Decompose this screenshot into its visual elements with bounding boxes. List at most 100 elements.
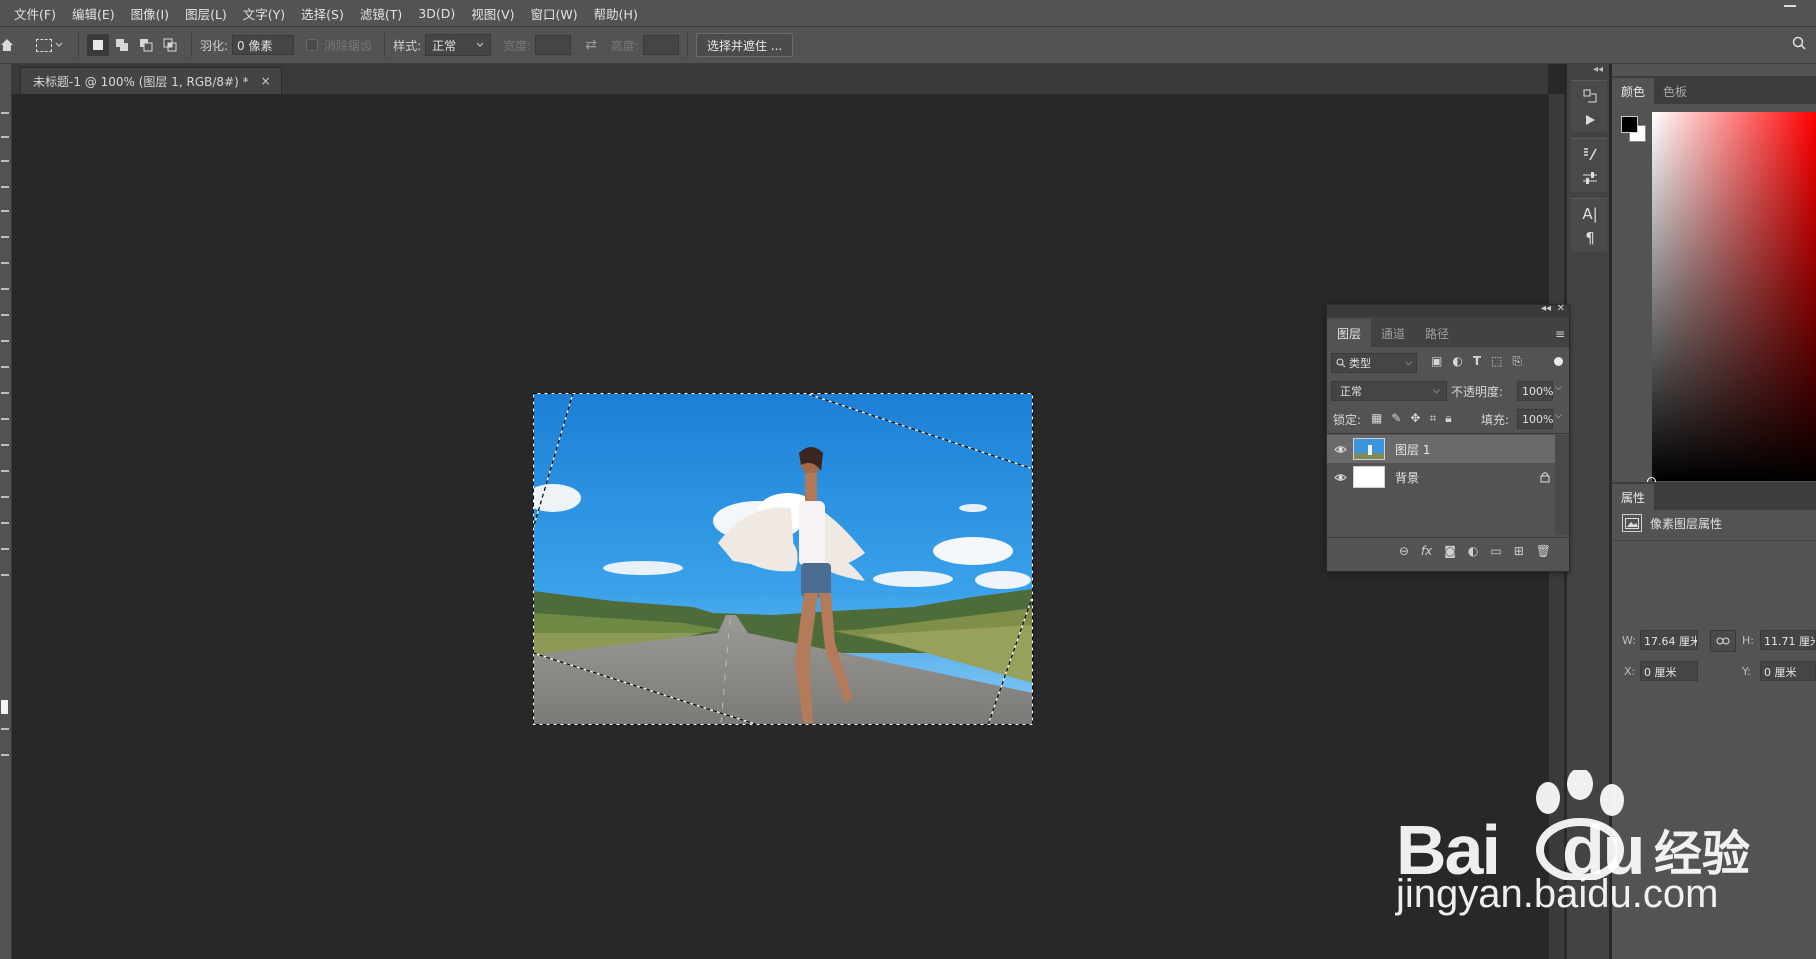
new-layer-icon[interactable]: ⊞ [1514,544,1524,558]
foreground-color-chip[interactable] [1,700,8,714]
width-input[interactable] [535,35,572,55]
menu-select[interactable]: 选择(S) [301,4,344,23]
brush-tool-icon[interactable] [1,262,9,264]
layers-panel-titlebar[interactable]: ◂◂ ✕ [1327,303,1569,317]
new-selection-button[interactable] [87,34,109,56]
shape-tool-icon[interactable] [1,522,9,524]
tab-swatches[interactable]: 色板 [1654,78,1696,104]
foreground-color-swatch[interactable] [1621,116,1638,133]
select-and-mask-button[interactable]: 选择并遮住 ... [695,33,794,57]
document-tab[interactable]: 未标题-1 @ 100% (图层 1, RGB/8#) * × [20,67,282,94]
visibility-eye-icon[interactable] [1327,445,1353,454]
layers-scrollbar[interactable] [1555,435,1569,535]
panel-menu-icon[interactable]: ≡ [1555,327,1565,341]
style-select[interactable]: 正常 [425,34,492,56]
filter-pixel-icon[interactable]: ▣ [1431,354,1442,369]
tab-color[interactable]: 颜色 [1612,78,1655,104]
eraser-tool-icon[interactable] [1,340,9,342]
add-mask-icon[interactable]: ◙ [1444,544,1456,558]
eyedropper-tool-icon[interactable] [1,210,9,212]
menu-3d[interactable]: 3D(D) [418,6,455,21]
menu-filter[interactable]: 滤镜(T) [360,4,402,23]
fill-input[interactable]: 100% [1517,409,1553,429]
chevron-down-icon[interactable]: ⌵ [1555,383,1562,393]
close-tab-icon[interactable]: × [261,74,271,88]
hand-tool-icon[interactable] [1,548,9,550]
delete-layer-trash-icon[interactable]: 🗑︎ [1536,544,1551,558]
menu-edit[interactable]: 编辑(E) [72,4,115,23]
swap-icon[interactable]: ⇄ [585,37,597,53]
lock-artboard-icon[interactable]: ⌗ [1429,411,1436,426]
quick-select-tool-icon[interactable] [1,160,9,162]
marquee-preset-picker[interactable] [36,34,70,56]
add-to-selection-button[interactable] [111,34,133,56]
chevron-down-icon[interactable]: ⌵ [1555,411,1562,421]
search-icon[interactable] [1792,36,1806,53]
new-adjustment-layer-icon[interactable]: ◐ [1468,544,1478,558]
menu-file[interactable]: 文件(F) [14,4,56,23]
zoom-tool-icon[interactable] [1,574,9,576]
menu-view[interactable]: 视图(V) [471,4,514,23]
menu-image[interactable]: 图像(I) [131,4,169,23]
collapse-panel-icon[interactable]: ◂◂ [1541,303,1551,314]
home-icon[interactable] [0,38,14,52]
filter-type-icon[interactable]: T [1473,354,1481,369]
new-group-folder-icon[interactable]: ▭ [1490,544,1501,558]
layer-filter-select[interactable]: 类型 ⌵ [1331,353,1417,373]
marquee-tool-icon[interactable] [1,112,9,114]
intersect-selection-button[interactable] [159,34,181,56]
type-tool-icon[interactable] [1,470,9,472]
menu-layer[interactable]: 图层(L) [185,4,227,23]
layer-name[interactable]: 图层 1 [1395,441,1555,458]
feather-input[interactable]: 0 像素 [232,35,295,55]
blur-tool-icon[interactable] [1,392,9,394]
history-brush-tool-icon[interactable] [1,314,9,316]
width-field[interactable]: 17.64 厘米 [1640,630,1698,650]
character-icon[interactable]: A| [1581,205,1599,223]
filter-toggle-icon[interactable] [1554,357,1563,366]
canvas-area[interactable] [12,94,1548,959]
stamp-tool-icon[interactable] [1,288,9,290]
crop-tool-icon[interactable] [1,186,9,188]
layer-row[interactable]: 图层 1 [1327,435,1555,463]
actions-play-icon[interactable] [1581,111,1599,129]
filter-adjustment-icon[interactable]: ◐ [1452,354,1462,369]
height-input[interactable] [642,35,679,55]
opacity-input[interactable]: 100% [1517,381,1553,401]
paragraph-icon[interactable]: ¶ [1581,229,1599,247]
gradient-tool-icon[interactable] [1,366,9,368]
lock-image-icon[interactable]: ✎ [1391,411,1401,426]
collapse-dock-icon[interactable]: ◂◂ [1593,64,1603,75]
screen-mode-icon[interactable] [1,754,9,756]
menu-window[interactable]: 窗口(W) [531,4,578,23]
tab-paths[interactable]: 路径 [1415,319,1459,347]
subtract-from-selection-button[interactable] [135,34,157,56]
layer-style-fx-icon[interactable]: fx [1421,544,1432,558]
menu-type[interactable]: 文字(Y) [243,4,285,23]
tab-properties[interactable]: 属性 [1612,484,1655,510]
menu-help[interactable]: 帮助(H) [594,4,638,23]
lasso-tool-icon[interactable] [1,136,9,138]
close-panel-icon[interactable]: ✕ [1557,303,1565,314]
pen-tool-icon[interactable] [1,444,9,446]
healing-tool-icon[interactable] [1,236,9,238]
visibility-eye-icon[interactable] [1327,473,1353,482]
document-canvas[interactable] [533,393,1033,725]
lock-position-icon[interactable]: ✥ [1410,411,1420,426]
history-icon[interactable] [1581,87,1599,105]
filter-smart-object-icon[interactable]: ⎘ [1512,354,1522,369]
link-dimensions-button[interactable] [1710,630,1736,652]
quick-mask-icon[interactable] [1,728,9,730]
path-select-tool-icon[interactable] [1,496,9,498]
filter-shape-icon[interactable]: ⬚ [1491,354,1502,369]
adjustments-sliders-icon[interactable] [1581,169,1599,187]
layer-row[interactable]: 背景 [1327,463,1555,491]
blend-mode-select[interactable]: 正常 ⌵ [1331,381,1447,401]
link-layers-icon[interactable]: ⊖ [1399,544,1409,558]
x-field[interactable]: 0 厘米 [1640,661,1698,681]
dodge-tool-icon[interactable] [1,418,9,420]
height-field[interactable]: 11.71 厘米 [1760,630,1816,650]
tab-layers[interactable]: 图层 [1327,319,1372,347]
color-picker-field[interactable] [1647,112,1816,486]
lock-all-icon[interactable]: 🔒︎ [1445,411,1451,426]
